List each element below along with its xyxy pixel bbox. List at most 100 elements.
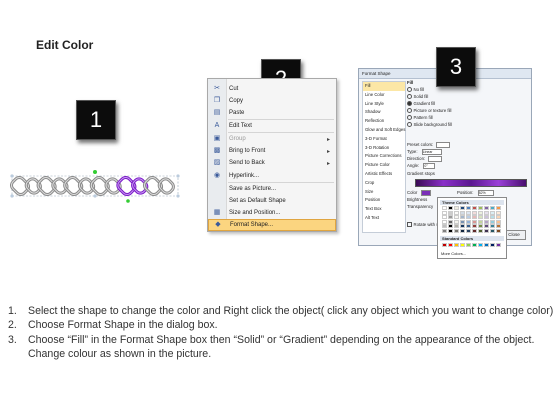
theme-color-swatch[interactable] xyxy=(442,210,447,215)
theme-color-swatch[interactable] xyxy=(466,224,471,228)
theme-color-swatch[interactable] xyxy=(484,215,489,219)
type-dropdown[interactable]: Linear xyxy=(421,149,442,155)
theme-color-swatch[interactable] xyxy=(460,215,465,219)
theme-color-swatch[interactable] xyxy=(490,228,495,233)
theme-color-swatch[interactable] xyxy=(460,224,465,228)
theme-color-swatch[interactable] xyxy=(454,215,459,219)
direction-dropdown[interactable] xyxy=(428,156,443,162)
theme-color-swatch[interactable] xyxy=(496,206,501,210)
fill-option[interactable]: No fill xyxy=(407,87,424,93)
theme-color-swatch[interactable] xyxy=(442,228,447,233)
chain-shape[interactable] xyxy=(10,168,180,204)
theme-color-swatch[interactable] xyxy=(472,224,477,228)
theme-color-swatch[interactable] xyxy=(496,219,501,224)
category-item[interactable]: Crop xyxy=(363,179,405,188)
fill-option[interactable]: Solid fill xyxy=(407,94,428,100)
radio-button[interactable] xyxy=(407,115,412,121)
theme-color-swatch[interactable] xyxy=(466,210,471,215)
menu-item-size-and-position[interactable]: ▦ Size and Position... xyxy=(208,207,336,219)
more-colors-link[interactable]: More Colors... xyxy=(441,251,466,256)
theme-color-swatch[interactable] xyxy=(454,224,459,228)
menu-item-send-to-back[interactable]: ▨ Send to Back ▸ xyxy=(208,157,336,169)
standard-color-swatch[interactable] xyxy=(448,243,453,247)
theme-color-swatch[interactable] xyxy=(442,215,447,219)
category-item[interactable]: Reflection xyxy=(363,117,405,126)
theme-color-swatch[interactable] xyxy=(484,228,489,233)
theme-color-swatch[interactable] xyxy=(484,224,489,228)
radio-button[interactable] xyxy=(407,87,412,93)
theme-color-swatch[interactable] xyxy=(448,215,453,219)
radio-button[interactable] xyxy=(407,108,412,114)
standard-color-swatch[interactable] xyxy=(490,243,495,247)
theme-color-swatch[interactable] xyxy=(448,210,453,215)
theme-color-swatch[interactable] xyxy=(478,210,483,215)
theme-color-swatch[interactable] xyxy=(454,228,459,233)
category-item[interactable]: Line Style xyxy=(363,100,405,109)
theme-color-swatch[interactable] xyxy=(496,224,501,228)
radio-button[interactable] xyxy=(407,122,412,128)
standard-color-swatch[interactable] xyxy=(472,243,477,247)
theme-color-swatch[interactable] xyxy=(442,206,447,210)
category-item[interactable]: Picture Corrections xyxy=(363,152,405,161)
theme-color-swatch[interactable] xyxy=(460,219,465,224)
category-item[interactable]: Shadow xyxy=(363,108,405,117)
theme-color-swatch[interactable] xyxy=(484,210,489,215)
theme-color-swatch[interactable] xyxy=(478,224,483,228)
menu-item-group[interactable]: ▣ Group ▸ xyxy=(208,133,336,145)
category-item[interactable]: Fill xyxy=(363,82,405,91)
category-item[interactable]: Text Box xyxy=(363,205,405,214)
standard-color-swatch[interactable] xyxy=(478,243,483,247)
menu-item-format-shape[interactable]: ◆ Format Shape... xyxy=(208,219,336,231)
theme-color-swatch[interactable] xyxy=(448,228,453,233)
theme-color-swatch[interactable] xyxy=(490,206,495,210)
theme-color-swatch[interactable] xyxy=(466,206,471,210)
theme-color-swatch[interactable] xyxy=(454,206,459,210)
theme-color-swatch[interactable] xyxy=(448,206,453,210)
category-item[interactable]: Line Color xyxy=(363,91,405,100)
standard-color-swatch[interactable] xyxy=(466,243,471,247)
theme-color-swatch[interactable] xyxy=(478,206,483,210)
theme-color-swatch[interactable] xyxy=(448,224,453,228)
menu-item-set-as-default-shape[interactable]: Set as Default Shape xyxy=(208,195,336,207)
standard-color-swatch[interactable] xyxy=(484,243,489,247)
theme-color-swatch[interactable] xyxy=(484,219,489,224)
category-item[interactable]: Glow and Soft Edges xyxy=(363,126,405,135)
gradient-stops-bar[interactable] xyxy=(415,179,527,187)
standard-color-swatch[interactable] xyxy=(442,243,447,247)
theme-color-swatch[interactable] xyxy=(442,219,447,224)
standard-color-swatch[interactable] xyxy=(496,243,501,247)
fill-option[interactable]: Pattern fill xyxy=(407,115,433,121)
category-item[interactable]: Alt Text xyxy=(363,214,405,223)
category-item[interactable]: 3-D Format xyxy=(363,135,405,144)
standard-color-swatch[interactable] xyxy=(460,243,465,247)
theme-color-swatch[interactable] xyxy=(490,210,495,215)
standard-color-swatch[interactable] xyxy=(454,243,459,247)
theme-color-swatch[interactable] xyxy=(496,215,501,219)
theme-color-swatch[interactable] xyxy=(496,228,501,233)
theme-color-swatch[interactable] xyxy=(490,224,495,228)
rotate-checkbox[interactable] xyxy=(407,222,412,228)
fill-option[interactable]: Picture or texture fill xyxy=(407,108,451,114)
theme-color-swatch[interactable] xyxy=(472,215,477,219)
menu-item-paste[interactable]: ▤ Paste xyxy=(208,107,336,119)
theme-color-swatch[interactable] xyxy=(472,228,477,233)
theme-color-swatch[interactable] xyxy=(460,228,465,233)
angle-input[interactable]: 0° xyxy=(423,163,436,169)
theme-color-swatch[interactable] xyxy=(478,228,483,233)
fill-option[interactable]: Slide background fill xyxy=(407,122,452,128)
category-item[interactable]: Picture Color xyxy=(363,161,405,170)
theme-color-swatch[interactable] xyxy=(460,210,465,215)
theme-color-swatch[interactable] xyxy=(448,219,453,224)
position-input[interactable]: 52% xyxy=(477,190,494,196)
theme-color-swatch[interactable] xyxy=(472,210,477,215)
menu-item-hyperlink[interactable]: ◉ Hyperlink... xyxy=(208,170,336,182)
menu-item-bring-to-front[interactable]: ▩ Bring to Front ▸ xyxy=(208,145,336,157)
theme-color-swatch[interactable] xyxy=(484,206,489,210)
category-item[interactable]: Size xyxy=(363,188,405,197)
theme-color-swatch[interactable] xyxy=(454,219,459,224)
theme-color-swatch[interactable] xyxy=(472,206,477,210)
preset-colors-dropdown[interactable] xyxy=(436,142,451,148)
color-button[interactable] xyxy=(421,190,432,196)
theme-color-swatch[interactable] xyxy=(478,215,483,219)
fill-option[interactable]: Gradient fill xyxy=(407,101,435,107)
